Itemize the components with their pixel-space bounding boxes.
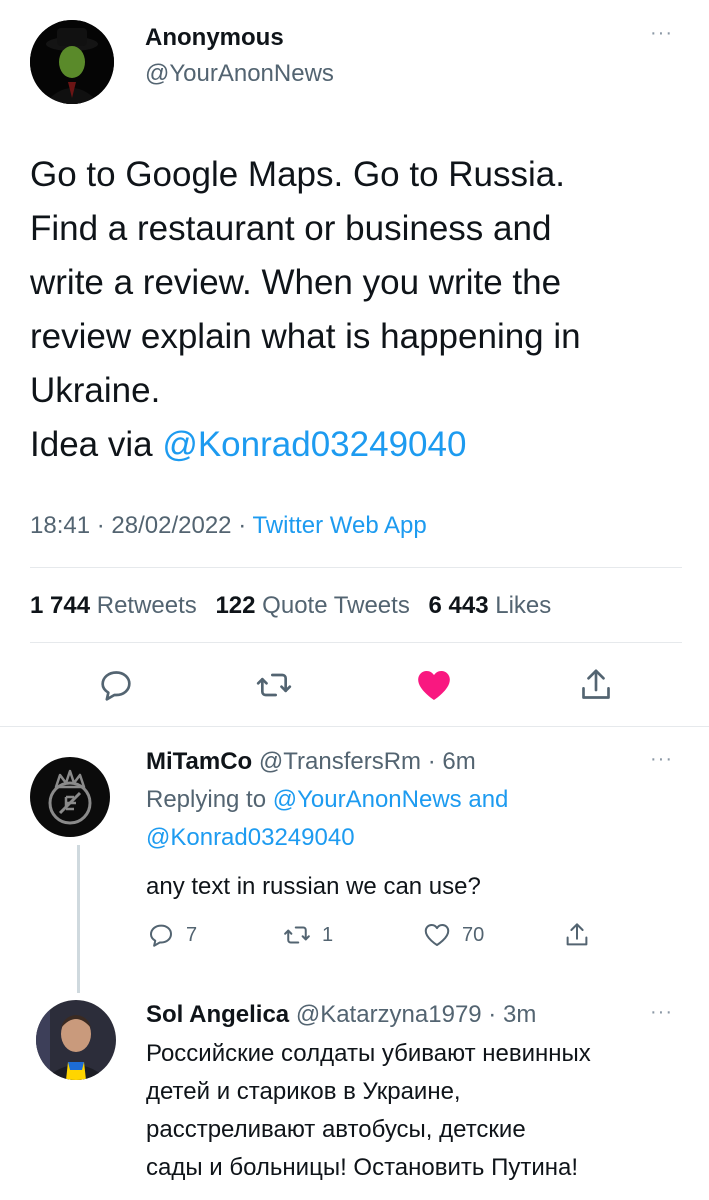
like-button[interactable] xyxy=(414,665,454,705)
reply-text-line: сады и больницы! Остановить Путина! xyxy=(146,1154,578,1181)
reply-text-line: расстреливают автобусы, детские xyxy=(146,1116,526,1143)
tweet-meta: 18:41 · 28/02/2022 · Twitter Web App xyxy=(30,512,427,540)
reply-icon xyxy=(101,671,131,701)
reply-author-name[interactable]: Sol Angelica xyxy=(146,1001,289,1028)
more-options-icon[interactable]: ··· xyxy=(650,1001,673,1024)
likes-label: Likes xyxy=(495,592,552,619)
share-button[interactable] xyxy=(576,665,616,705)
engagement-stats: 1 744 Retweets 122 Quote Tweets 6 443 Li… xyxy=(30,592,563,620)
reply-avatar[interactable] xyxy=(30,757,110,837)
like-count: 70 xyxy=(462,923,485,946)
reply-text: Российские солдаты убивают невинных дете… xyxy=(146,1035,706,1187)
tweet-time[interactable]: 18:41 xyxy=(30,512,90,539)
mention-link[interactable]: @Konrad03249040 xyxy=(146,824,355,851)
idea-prefix: Idea via xyxy=(30,425,163,464)
author-avatar[interactable] xyxy=(30,20,114,104)
reply-text: any text in russian we can use? xyxy=(146,873,481,900)
reply-author-name[interactable]: MiTamCo xyxy=(146,748,252,775)
reply-text-line: Российские солдаты убивают невинных xyxy=(146,1040,591,1067)
quotes-label: Quote Tweets xyxy=(262,592,410,619)
tweet-text: Go to Google Maps. Go to Russia. Find a … xyxy=(30,148,690,472)
likes-stat[interactable]: 6 443 Likes xyxy=(429,592,564,619)
replying-and: and xyxy=(461,786,509,813)
reply-retweet-button[interactable]: 1 xyxy=(282,920,333,950)
tweet-text-line: Idea via @Konrad03249040 xyxy=(30,418,690,472)
quotes-stat[interactable]: 122 Quote Tweets xyxy=(215,592,421,619)
share-icon xyxy=(566,923,588,946)
mention-link[interactable]: @Konrad03249040 xyxy=(162,425,466,464)
retweet-icon xyxy=(256,673,292,697)
more-options-icon[interactable]: ··· xyxy=(650,748,673,771)
heart-icon xyxy=(424,924,450,946)
meta-separator: · xyxy=(421,748,443,775)
retweet-count: 1 xyxy=(322,923,334,946)
tweet-text-line: Go to Google Maps. Go to Russia. xyxy=(30,155,565,194)
likes-count: 6 443 xyxy=(428,592,489,619)
more-options-icon[interactable]: ··· xyxy=(650,22,673,45)
divider xyxy=(30,567,682,568)
tweet-date[interactable]: 28/02/2022 xyxy=(111,512,231,539)
meta-separator: · xyxy=(481,1001,503,1028)
retweet-icon xyxy=(284,926,310,944)
reply-count: 7 xyxy=(186,923,198,946)
divider xyxy=(30,642,682,643)
author-handle[interactable]: @YourAnonNews xyxy=(145,60,334,88)
reply-time[interactable]: 6m xyxy=(442,748,475,775)
retweet-button[interactable] xyxy=(254,665,294,705)
tweet-text-line: Find a restaurant or business and xyxy=(30,209,552,248)
reply-like-button[interactable]: 70 xyxy=(422,920,484,950)
reply-time[interactable]: 3m xyxy=(503,1001,536,1028)
retweets-count: 1 744 xyxy=(30,592,91,619)
tweet-source-link[interactable]: Twitter Web App xyxy=(252,512,426,539)
divider xyxy=(0,726,709,727)
reply-author-handle[interactable]: @Katarzyna1979 xyxy=(296,1001,482,1028)
reply-header: MiTamCo @TransfersRm · 6m xyxy=(146,748,476,776)
reply-avatar[interactable] xyxy=(36,1000,116,1080)
reply-reply-button[interactable]: 7 xyxy=(146,920,197,950)
replying-to: Replying to @YourAnonNews and @Konrad032… xyxy=(146,781,686,857)
retweets-stat[interactable]: 1 744 Retweets xyxy=(30,592,209,619)
reply-text-line: детей и стариков в Украине, xyxy=(146,1078,461,1105)
heart-filled-icon xyxy=(418,671,450,700)
tweet-text-line: Ukraine. xyxy=(30,371,161,410)
reply-button[interactable] xyxy=(96,665,136,705)
meta-separator: · xyxy=(96,512,112,539)
author-name[interactable]: Anonymous xyxy=(145,24,284,52)
tweet-text-line: write a review. When you write the xyxy=(30,263,562,302)
tweet-text-line: review explain what is happening in xyxy=(30,317,581,356)
reply-author-handle[interactable]: @TransfersRm xyxy=(259,748,421,775)
reply-icon xyxy=(150,924,172,947)
share-icon xyxy=(582,669,610,699)
replying-prefix: Replying to xyxy=(146,786,273,813)
mention-link[interactable]: @YourAnonNews xyxy=(273,786,462,813)
thread-connector xyxy=(77,845,80,993)
meta-separator: · xyxy=(238,512,253,539)
reply-share-button[interactable] xyxy=(562,920,602,950)
reply-header: Sol Angelica @Katarzyna1979 · 3m xyxy=(146,1001,536,1029)
quotes-count: 122 xyxy=(215,592,256,619)
retweets-label: Retweets xyxy=(96,592,197,619)
